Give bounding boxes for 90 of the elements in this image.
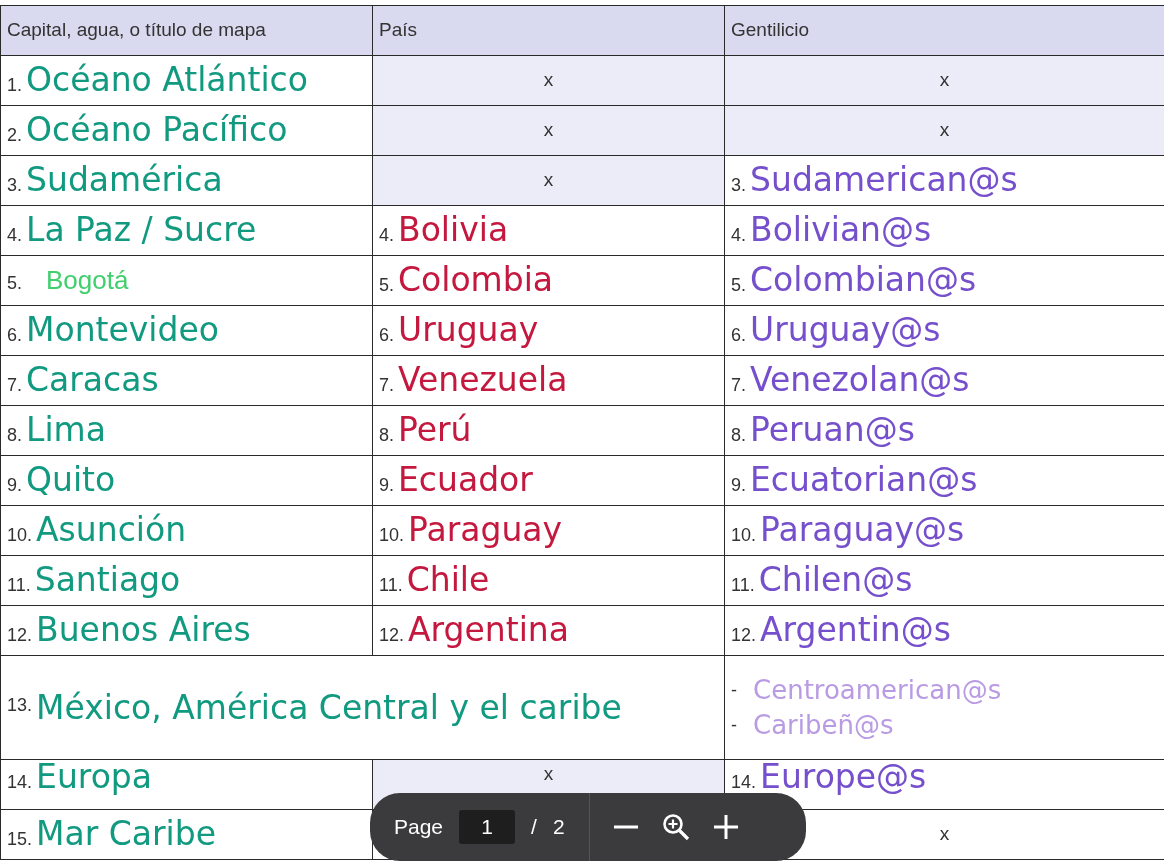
handwritten-answer: Ecuatorian@s xyxy=(750,459,978,499)
column-header: Capital, agua, o título de mapa xyxy=(0,5,373,56)
plus-icon[interactable] xyxy=(713,815,738,839)
handwritten-answer: Bolivian@s xyxy=(750,209,932,249)
zoom-in-icon[interactable] xyxy=(661,813,690,841)
item-number: 7. xyxy=(731,374,746,395)
item-number: 7. xyxy=(7,374,22,395)
cross-mark: x xyxy=(939,823,950,845)
cross-mark: x xyxy=(939,69,950,91)
item-number: 12. xyxy=(379,624,405,645)
item-number: 11. xyxy=(731,574,755,595)
handwritten-answer: Ecuador xyxy=(398,459,533,499)
item-number: 8. xyxy=(379,424,394,445)
handwritten-answer: Colombian@s xyxy=(750,259,977,299)
item-number: 4. xyxy=(379,224,394,245)
handwritten-answer: Mar Caribe xyxy=(36,813,217,853)
handwritten-answer: Lima xyxy=(26,409,106,449)
cross-mark: x xyxy=(543,119,554,141)
item-number: 5. xyxy=(731,274,746,295)
cross-mark: x xyxy=(543,69,554,91)
item-number: 4. xyxy=(731,224,746,245)
item-number: 9. xyxy=(7,474,22,495)
handwritten-answer: Uruguay xyxy=(398,309,539,349)
handwritten-answer: Asunción xyxy=(36,509,187,549)
handwritten-answer: Centroamerican@s xyxy=(753,677,1002,703)
item-number: 10. xyxy=(7,524,33,545)
item-number: 10. xyxy=(731,524,757,545)
item-number: 14. xyxy=(731,772,757,792)
item-number: 9. xyxy=(379,474,394,495)
item-number: 6. xyxy=(731,324,746,345)
item-number: 11. xyxy=(7,574,31,595)
handwritten-answer: La Paz / Sucre xyxy=(26,209,257,249)
handwritten-answer: Colombia xyxy=(398,259,554,299)
handwritten-answer: Bolivia xyxy=(398,209,509,249)
handwritten-answer: Caracas xyxy=(26,359,159,399)
handwritten-answer: Paraguay@s xyxy=(760,509,965,549)
handwritten-answer: Océano Atlántico xyxy=(26,59,308,99)
page-label: Page xyxy=(394,814,444,841)
handwritten-answer: Argentina xyxy=(408,609,569,649)
item-number: 10. xyxy=(379,524,405,545)
cross-mark: x xyxy=(543,169,554,191)
column-header: País xyxy=(372,5,725,56)
item-number: 1. xyxy=(7,74,22,95)
item-number: 4. xyxy=(7,224,22,245)
handwritten-answer: México, América Central y el caribe xyxy=(36,686,622,729)
handwritten-answer: Chile xyxy=(406,559,490,599)
item-number: 15. xyxy=(7,828,33,849)
answer-text: Bogotá xyxy=(46,265,129,295)
handwritten-answer: Perú xyxy=(398,409,472,449)
item-number: 6. xyxy=(7,324,22,345)
handwritten-answer: Santiago xyxy=(34,559,181,599)
handwritten-answer: Océano Pacífico xyxy=(26,109,288,149)
item-number: 3. xyxy=(731,174,746,195)
page-input[interactable]: 1 xyxy=(459,810,516,844)
handwritten-answer: Buenos Aires xyxy=(36,609,251,649)
handwritten-answer: Chilen@s xyxy=(758,559,913,599)
item-number: 5. xyxy=(379,274,394,295)
handwritten-answer: Peruan@s xyxy=(750,409,915,449)
item-number: 8. xyxy=(7,424,22,445)
item-number: 11. xyxy=(379,574,403,595)
total-pages: 2 xyxy=(552,814,565,841)
item-number: 3. xyxy=(7,174,22,195)
cross-mark: x xyxy=(543,763,554,784)
handwritten-answer: Venezolan@s xyxy=(750,359,970,399)
item-number: 8. xyxy=(731,424,746,445)
handwritten-answer: Sudamerican@s xyxy=(750,159,1018,199)
item-number: 14. xyxy=(7,772,33,792)
handwritten-answer: Venezuela xyxy=(398,359,568,399)
cross-mark: x xyxy=(939,119,950,141)
handwritten-answer: Europa xyxy=(36,760,152,796)
item-number: 2. xyxy=(7,124,22,145)
item-number: 9. xyxy=(731,474,746,495)
handwritten-answer: Argentin@s xyxy=(760,609,951,649)
item-number: 6. xyxy=(379,324,394,345)
handwritten-answer: Europe@s xyxy=(760,760,927,796)
item-number: 7. xyxy=(379,374,394,395)
list-dash: - xyxy=(731,678,737,702)
handwritten-answer: Uruguay@s xyxy=(750,309,941,349)
handwritten-answer: Sudamérica xyxy=(26,159,223,199)
column-header: Gentilicio xyxy=(724,5,1164,56)
handwritten-answer: Caribeñ@s xyxy=(753,712,894,738)
handwritten-answer: Paraguay xyxy=(408,509,563,549)
handwritten-answer: Quito xyxy=(26,459,116,499)
item-number: 12. xyxy=(7,624,33,645)
item-number: 13. xyxy=(7,693,33,717)
page-separator: / xyxy=(531,814,537,841)
handwritten-answer: Montevideo xyxy=(26,309,219,349)
list-dash: - xyxy=(731,713,737,737)
item-number: 12. xyxy=(731,624,757,645)
item-number: 5. xyxy=(7,273,22,293)
